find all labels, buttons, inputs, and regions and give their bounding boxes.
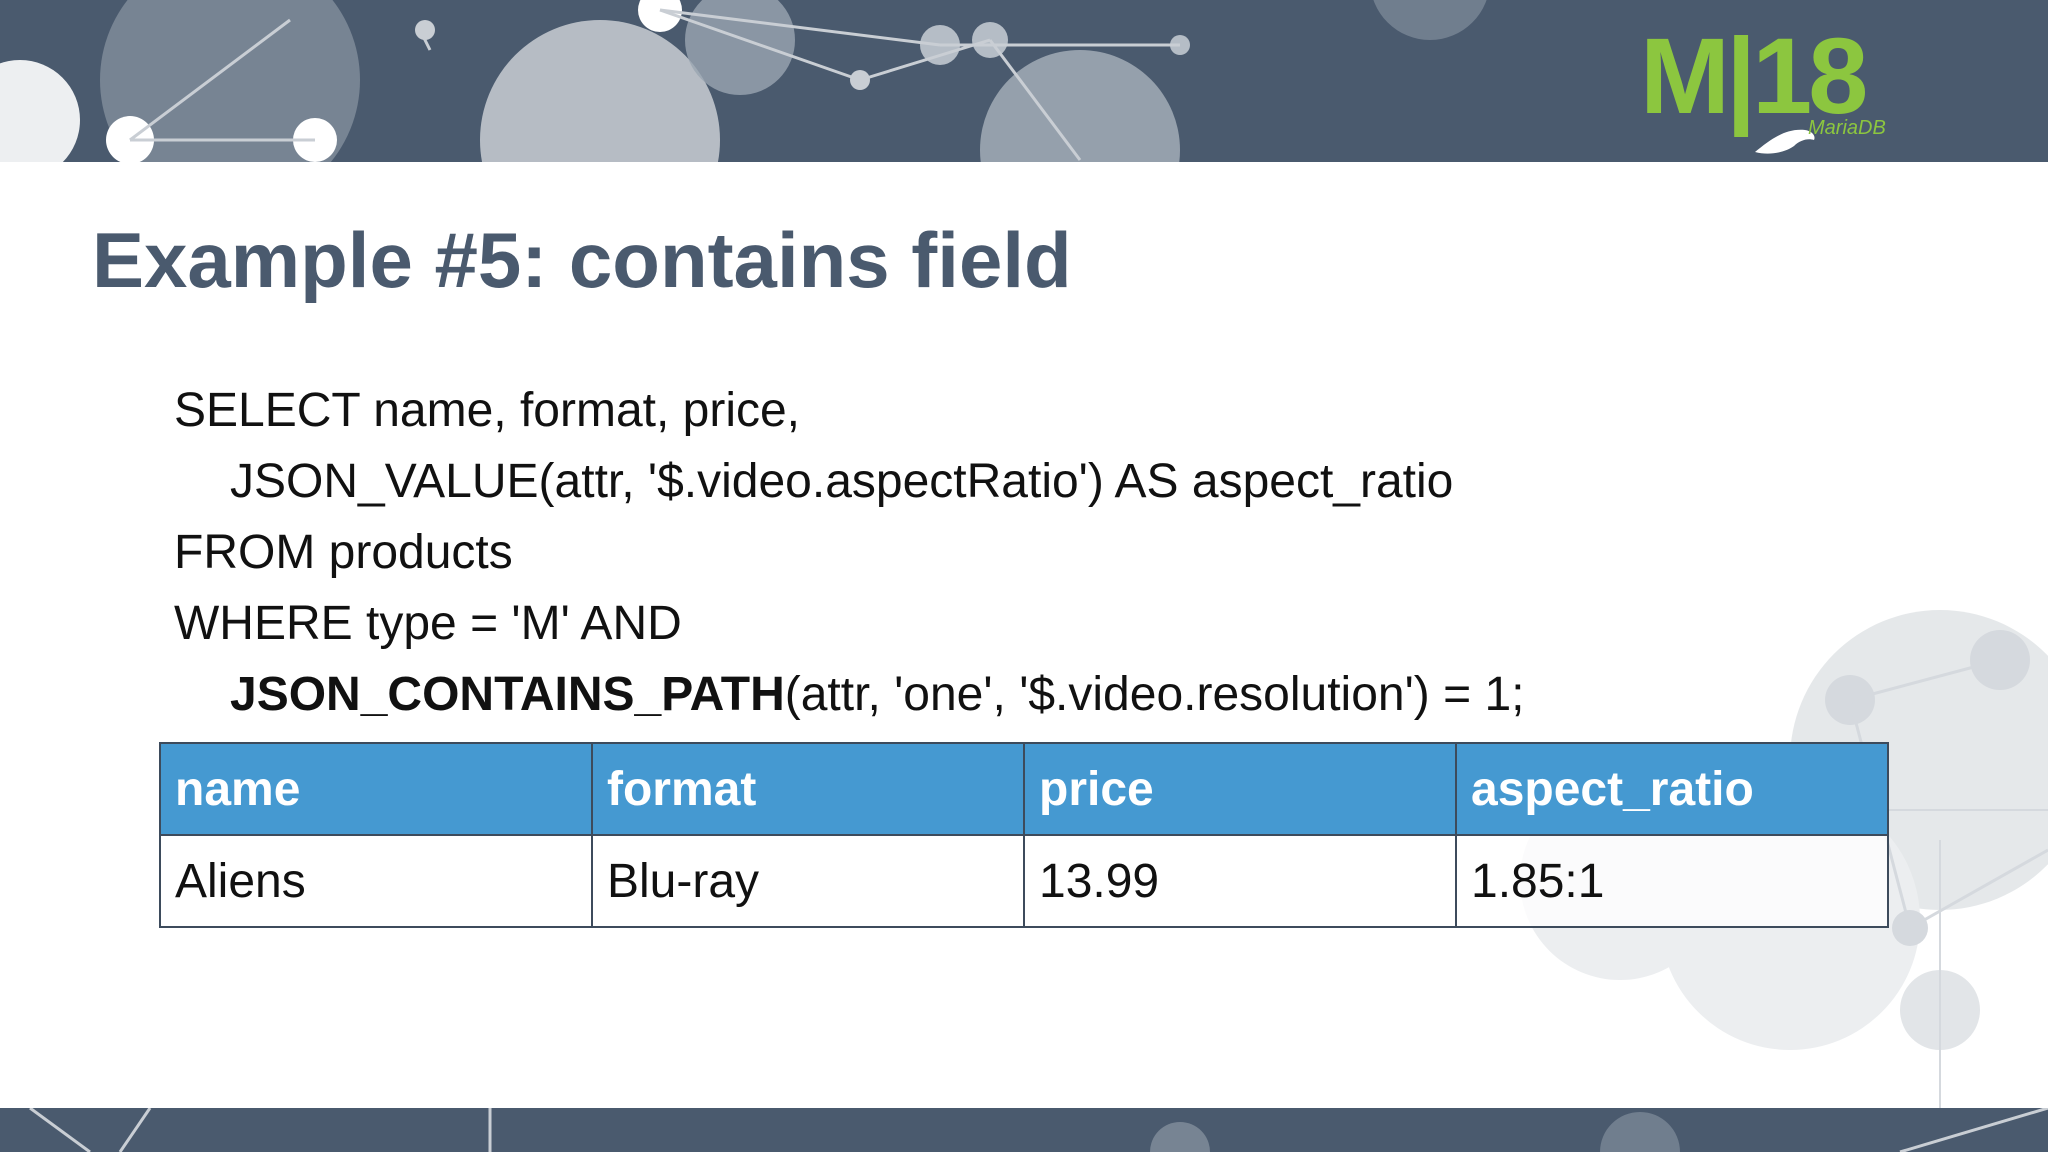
footer-banner [0,1108,2048,1152]
slide: M|18 MariaDB Example #5: contains field … [0,0,2048,1152]
code-line-5: JSON_CONTAINS_PATH(attr, 'one', '$.video… [174,659,1524,730]
footer-pattern-decoration [29,1108,2048,1152]
column-header-format: format [591,742,1025,836]
column-header-name: name [159,742,593,836]
code-function-args: (attr, 'one', '$.video.resolution') = 1; [784,668,1525,721]
m18-logo: M|18 MariaDB [1640,15,1890,154]
sql-code-block: SELECT name, format, price, JSON_VALUE(a… [174,375,1524,730]
code-line-2: JSON_VALUE(attr, '$.video.aspectRatio') … [230,455,1454,508]
table-header-row: name format price aspect_ratio [159,742,1889,836]
cell-price: 13.99 [1023,834,1457,928]
code-line-1: SELECT name, format, price, [174,384,801,437]
code-line-3: FROM products [174,526,513,579]
logo-text: M|18 [1640,15,1868,136]
cell-aspect-ratio: 1.85:1 [1455,834,1889,928]
code-line-4: WHERE type = 'M' AND [174,597,682,650]
result-table: name format price aspect_ratio Aliens Bl… [159,742,1889,928]
logo-sub: MariaDB [1808,117,1886,139]
column-header-price: price [1023,742,1457,836]
slide-title: Example #5: contains field [92,216,1072,304]
code-function-name: JSON_CONTAINS_PATH [230,668,785,721]
column-header-aspect-ratio: aspect_ratio [1455,742,1889,836]
header-banner: M|18 MariaDB [0,0,2048,162]
cell-format: Blu-ray [591,834,1025,928]
cell-name: Aliens [159,834,593,928]
table-row: Aliens Blu-ray 13.99 1.85:1 [159,834,1889,928]
